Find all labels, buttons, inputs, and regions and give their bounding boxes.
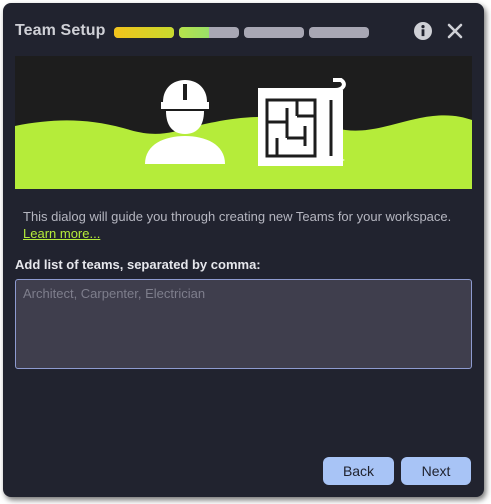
description-text: This dialog will guide you through creat…: [23, 209, 452, 224]
close-icon: [447, 23, 463, 39]
blueprint-icon: [258, 78, 346, 166]
info-button[interactable]: [413, 21, 433, 41]
info-icon: [414, 22, 432, 40]
progress-step: [244, 27, 304, 38]
banner-illustration: [15, 56, 472, 189]
construction-worker-icon: [145, 80, 225, 164]
progress-bar: [114, 27, 369, 38]
close-button[interactable]: [445, 21, 465, 41]
progress-step: [114, 27, 174, 38]
progress-fill: [179, 27, 209, 38]
teams-field-label: Add list of teams, separated by comma:: [15, 257, 261, 272]
dialog-description: This dialog will guide you through creat…: [23, 208, 463, 242]
dialog-title: Team Setup: [15, 22, 106, 39]
next-button[interactable]: Next: [401, 457, 471, 485]
teams-input[interactable]: [15, 279, 472, 369]
learn-more-link[interactable]: Learn more...: [23, 226, 100, 241]
team-setup-dialog: Team Setup This dialog will guide you th…: [3, 3, 484, 497]
progress-step: [309, 27, 369, 38]
progress-step: [179, 27, 239, 38]
progress-fill: [114, 27, 174, 38]
back-button[interactable]: Back: [323, 457, 394, 485]
